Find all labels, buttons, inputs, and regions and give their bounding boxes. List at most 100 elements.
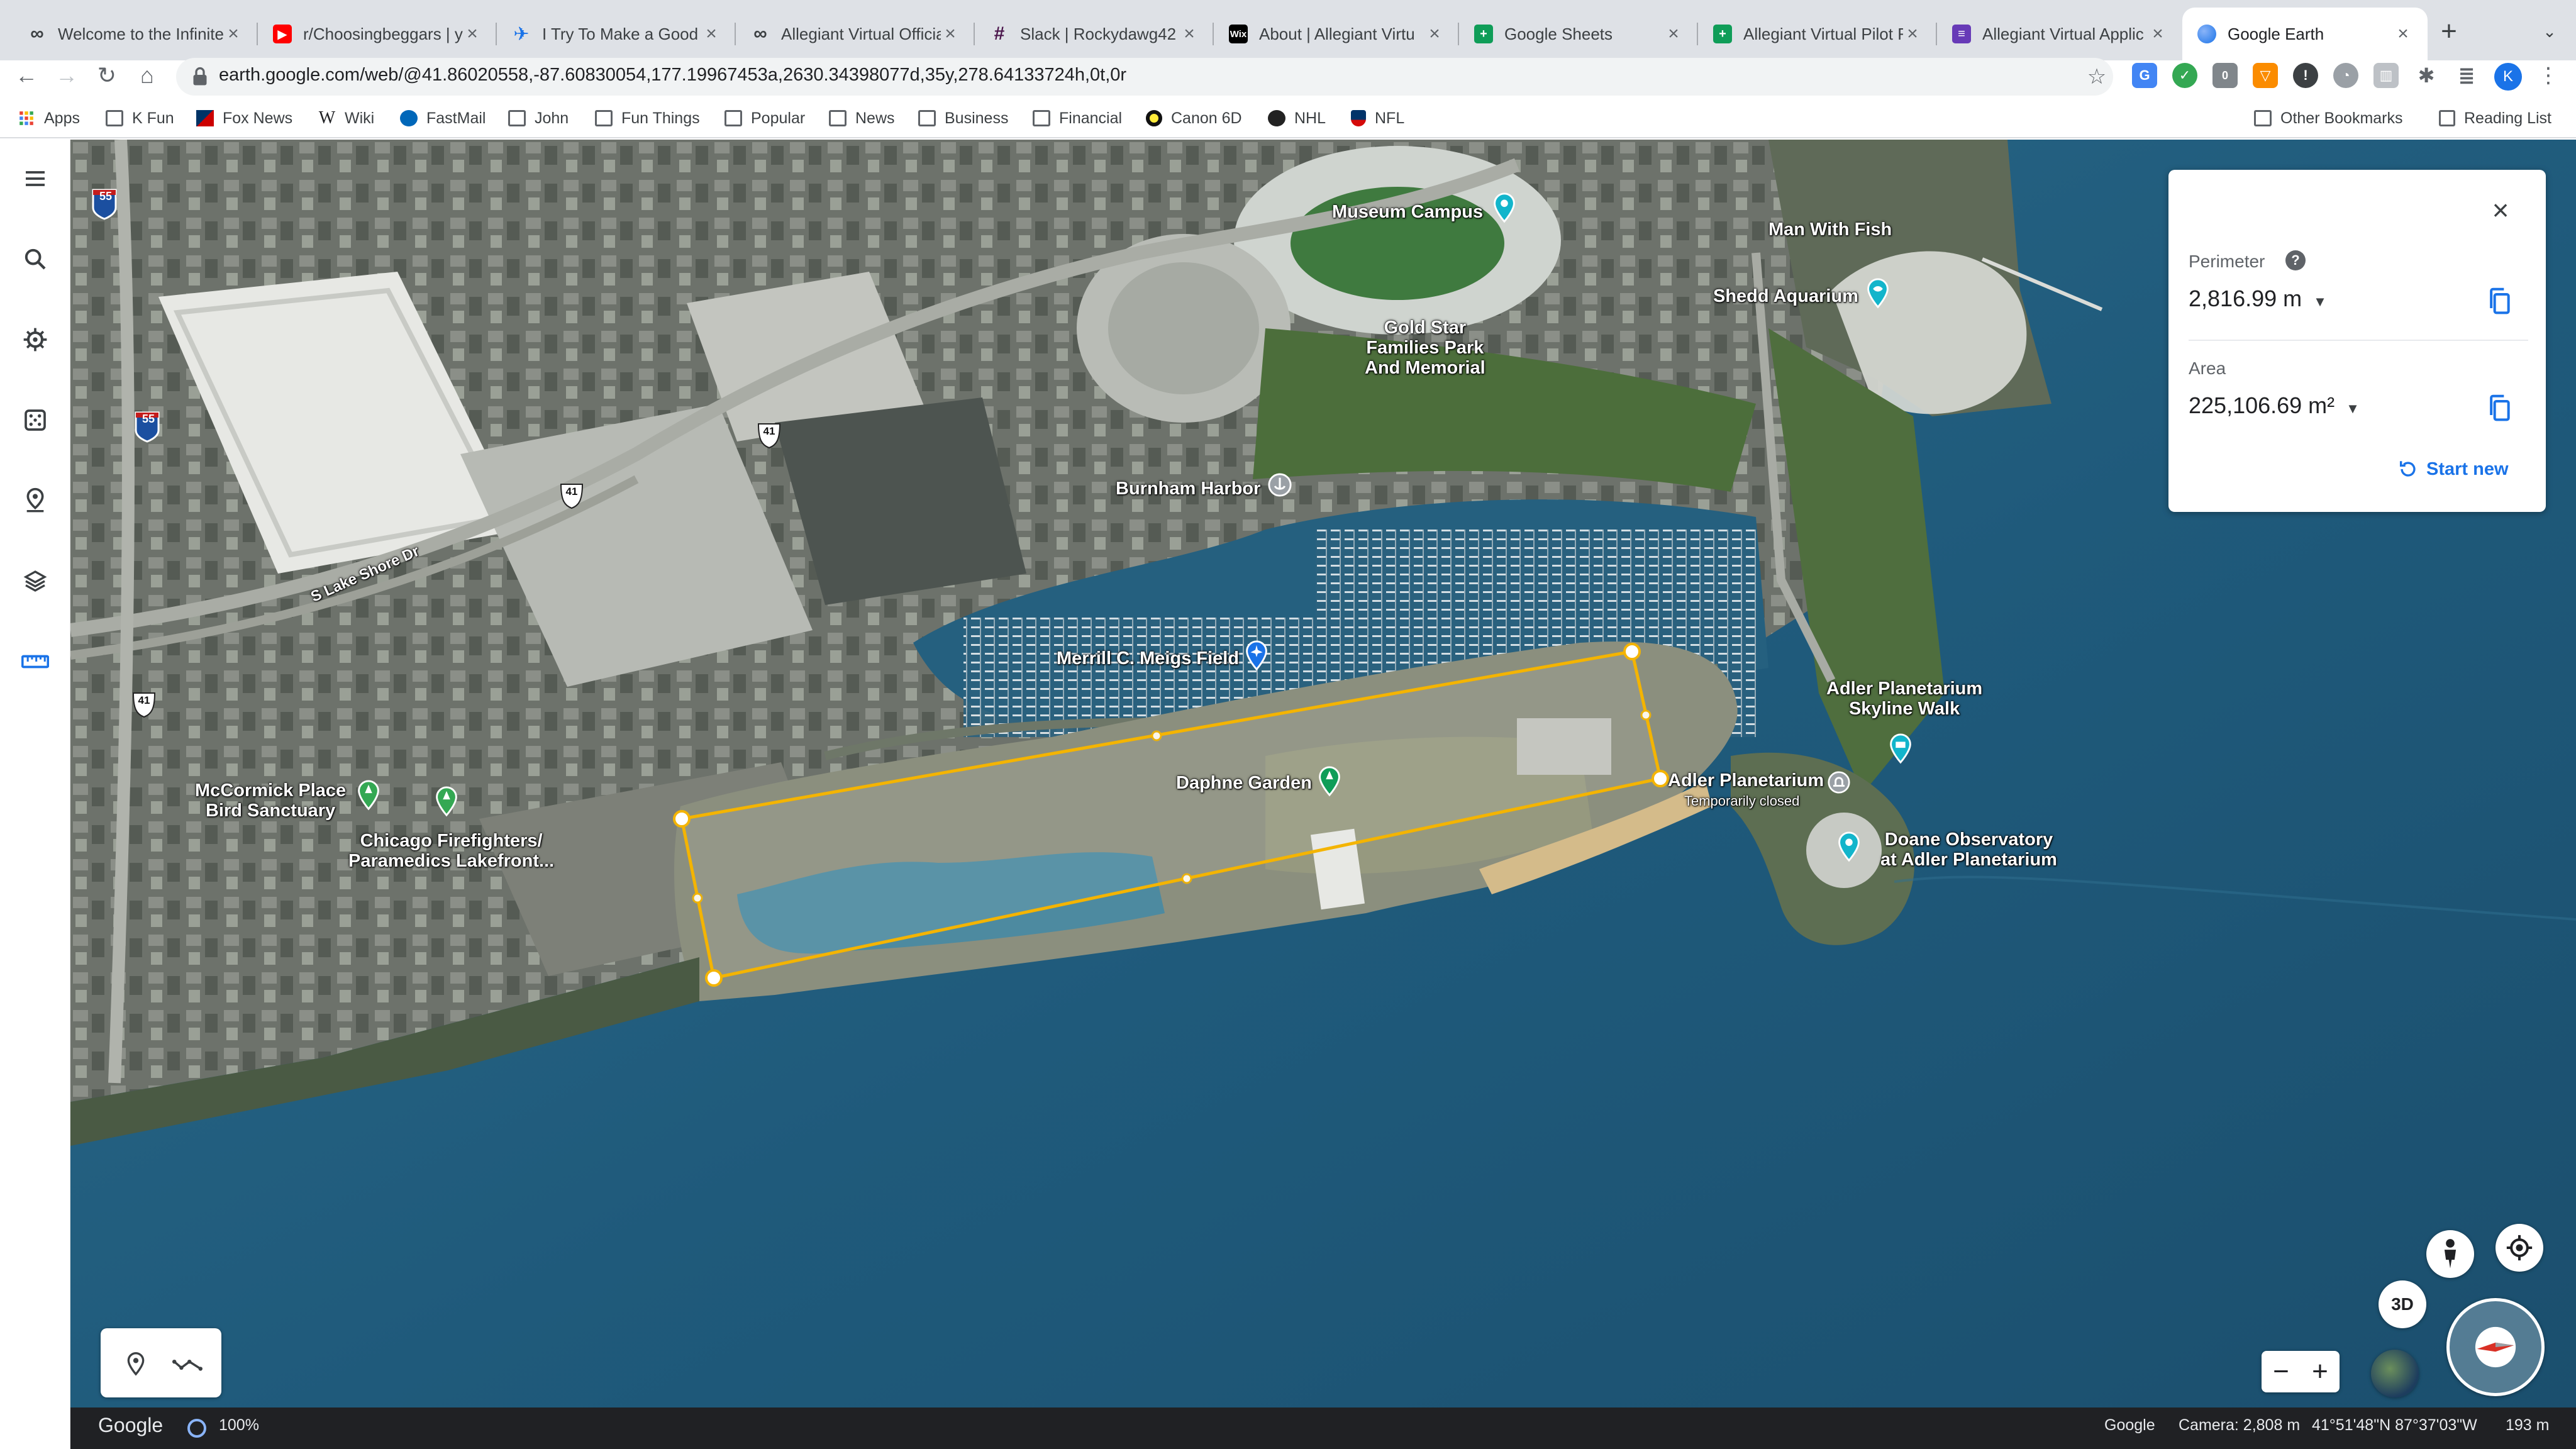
bookmark-popular[interactable]: Popular: [724, 107, 805, 130]
compass-control[interactable]: [2446, 1298, 2545, 1396]
bookmark-fox-news[interactable]: Fox News: [196, 107, 292, 130]
perimeter-value[interactable]: 2,816.99 m ▼: [2189, 286, 2327, 312]
extension-badge-icon[interactable]: 0: [2212, 63, 2238, 88]
tab-4[interactable]: # Slack | Rockydawg42 | ×: [975, 8, 1214, 60]
tab-8[interactable]: ≡ Allegiant Virtual Applic ×: [1937, 8, 2182, 60]
bookmark-news[interactable]: News: [829, 107, 895, 130]
label-chicago-firefighters[interactable]: Chicago Firefighters/ Paramedics Lakefro…: [348, 831, 554, 872]
lock-icon[interactable]: [189, 65, 211, 88]
tab-close-icon[interactable]: ×: [463, 23, 482, 45]
globe-view-icon[interactable]: [2371, 1350, 2419, 1397]
my-location-icon[interactable]: [2496, 1224, 2543, 1272]
zoom-in-button[interactable]: +: [2312, 1356, 2328, 1387]
chrome-menu-icon[interactable]: ⋮: [2534, 62, 2562, 89]
tab-9-active[interactable]: Google Earth ×: [2182, 8, 2428, 60]
tab-close-icon[interactable]: ×: [1903, 23, 1922, 45]
measure-ruler-icon[interactable]: [19, 645, 52, 678]
harbor-icon[interactable]: [1268, 473, 1292, 497]
projects-pin-icon[interactable]: [19, 484, 52, 517]
tab-close-icon[interactable]: ×: [1180, 23, 1199, 45]
imagery-attribution[interactable]: Google: [2104, 1416, 2155, 1435]
label-gold-star-families-park[interactable]: Gold Star Families Park And Memorial: [1365, 318, 1485, 379]
bookmark-fastmail[interactable]: FastMail: [400, 107, 486, 130]
aquarium-pin-icon[interactable]: [1865, 278, 1890, 309]
tab-close-icon[interactable]: ×: [2394, 23, 2412, 45]
profile-avatar[interactable]: K: [2494, 63, 2522, 91]
label-adler-skyline-walk[interactable]: Adler Planetarium Skyline Walk: [1826, 679, 1982, 719]
tab-close-icon[interactable]: ×: [224, 23, 243, 45]
search-icon[interactable]: [19, 243, 52, 275]
back-icon[interactable]: ←: [10, 59, 43, 92]
memorial-pin-icon[interactable]: [434, 786, 459, 818]
tab-close-icon[interactable]: ×: [1664, 23, 1683, 45]
draw-path-icon[interactable]: [170, 1350, 205, 1380]
bookmark-john[interactable]: John: [508, 107, 569, 130]
tab-1[interactable]: ▶ r/Choosingbeggars | y ×: [258, 8, 497, 60]
label-museum-campus[interactable]: Museum Campus: [1332, 202, 1483, 223]
park-pin-icon[interactable]: [356, 780, 381, 811]
reload-icon[interactable]: ↻: [91, 59, 123, 92]
add-point-pin-icon[interactable]: [121, 1350, 151, 1380]
tab-5[interactable]: Wix About | Allegiant Virtu ×: [1214, 8, 1459, 60]
tab-close-icon[interactable]: ×: [1425, 23, 1444, 45]
copy-icon[interactable]: [2485, 392, 2513, 424]
brave-extension-icon[interactable]: ▽: [2253, 63, 2278, 88]
tab-close-icon[interactable]: ×: [941, 23, 960, 45]
close-icon[interactable]: ×: [2483, 192, 2518, 228]
copy-icon[interactable]: [2485, 286, 2513, 317]
map-style-layers-icon[interactable]: [19, 565, 52, 597]
scale-readout[interactable]: 193 m: [2506, 1416, 2549, 1435]
new-tab-button[interactable]: +: [2431, 14, 2467, 49]
translate-extension-icon[interactable]: G: [2132, 63, 2157, 88]
area-value[interactable]: 225,106.69 m² ▼: [2189, 392, 2360, 419]
tab-6[interactable]: + Google Sheets ×: [1459, 8, 1698, 60]
tab-0[interactable]: ∞ Welcome to the Infinite ×: [13, 8, 258, 60]
bookmark-apps[interactable]: Apps: [18, 107, 80, 130]
reading-list[interactable]: Reading List: [2439, 107, 2551, 130]
tab-close-icon[interactable]: ×: [2148, 23, 2167, 45]
bookmark-business[interactable]: Business: [918, 107, 1008, 130]
label-burnham-harbor[interactable]: Burnham Harbor: [1116, 479, 1260, 499]
camera-pin-icon[interactable]: [1888, 733, 1913, 765]
label-shedd-aquarium[interactable]: Shedd Aquarium: [1713, 286, 1858, 307]
unit-dropdown-icon[interactable]: ▼: [2313, 294, 2327, 309]
bookmark-star-icon[interactable]: ☆: [2080, 60, 2113, 93]
label-meigs-field[interactable]: Merrill C. Meigs Field: [1057, 648, 1239, 669]
bookmark-nfl[interactable]: NFL: [1351, 107, 1404, 130]
chat-extension-icon[interactable]: ◔: [2333, 63, 2358, 88]
bookmark-fun-things[interactable]: Fun Things: [595, 107, 700, 130]
menu-icon[interactable]: [19, 162, 52, 195]
voyager-ship-wheel-icon[interactable]: [19, 323, 52, 356]
forward-icon[interactable]: →: [50, 59, 83, 92]
reading-list-icon[interactable]: ≣: [2454, 63, 2479, 88]
toggle-3d-button[interactable]: 3D: [2379, 1280, 2426, 1328]
puzzle-icon[interactable]: ✱: [2414, 63, 2439, 88]
home-icon[interactable]: ⌂: [131, 59, 164, 92]
label-mccormick-bird-sanctuary[interactable]: McCormick Place Bird Sanctuary: [195, 780, 346, 821]
label-adler-planetarium[interactable]: Adler Planetarium: [1668, 770, 1824, 791]
label-man-with-fish[interactable]: Man With Fish: [1768, 219, 1892, 240]
tab-3[interactable]: ∞ Allegiant Virtual Officia ×: [736, 8, 975, 60]
check-extension-icon[interactable]: ✓: [2172, 63, 2197, 88]
extension-icon[interactable]: ▥: [2373, 63, 2399, 88]
museum-pin-icon[interactable]: [1492, 192, 1517, 224]
label-daphne-garden[interactable]: Daphne Garden: [1176, 773, 1312, 794]
bookmark-canon-6d[interactable]: Canon 6D: [1146, 107, 1242, 130]
password-extension-icon[interactable]: !: [2293, 63, 2318, 88]
tab-search-icon[interactable]: ⌄: [2534, 16, 2565, 47]
observatory-pin-icon[interactable]: [1836, 831, 1862, 863]
feeling-lucky-dice-icon[interactable]: [19, 404, 52, 436]
start-new-button[interactable]: Start new: [2397, 455, 2509, 483]
garden-pin-icon[interactable]: [1317, 766, 1342, 797]
help-icon[interactable]: ?: [2285, 250, 2306, 270]
unit-dropdown-icon[interactable]: ▼: [2346, 401, 2360, 416]
bookmark-financial[interactable]: Financial: [1033, 107, 1122, 130]
tab-close-icon[interactable]: ×: [702, 23, 721, 45]
tab-7[interactable]: + Allegiant Virtual Pilot F ×: [1698, 8, 1937, 60]
tab-2[interactable]: ✈ I Try To Make a Good N ×: [497, 8, 736, 60]
street-view-pegman-icon[interactable]: [2426, 1230, 2474, 1278]
url-text[interactable]: earth.google.com/web/@41.86020558,-87.60…: [219, 65, 1126, 86]
zoom-out-button[interactable]: −: [2273, 1356, 2289, 1387]
bookmark-k-fun[interactable]: K Fun: [106, 107, 174, 130]
planetarium-icon[interactable]: [1828, 771, 1850, 794]
